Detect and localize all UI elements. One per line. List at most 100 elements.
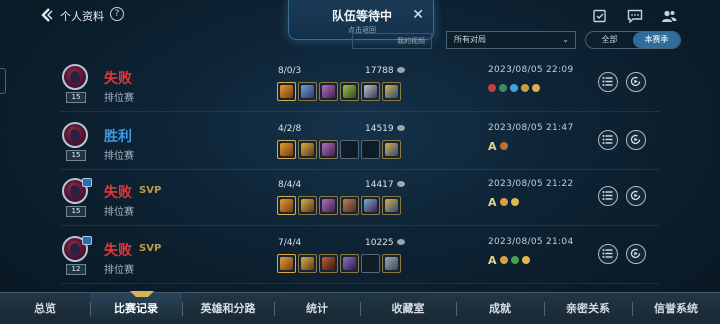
details-list-button[interactable] (598, 186, 618, 206)
segment-all[interactable]: 全部 (586, 32, 633, 48)
medal-row: A (488, 139, 508, 153)
item-icon (301, 199, 314, 212)
friends-icon[interactable] (661, 8, 677, 22)
item-icon (385, 257, 398, 270)
back-icon[interactable] (38, 6, 56, 24)
item-slot[interactable] (298, 196, 317, 215)
chat-icon[interactable] (627, 8, 643, 24)
gold-value: 10225 (365, 238, 394, 248)
item-slots (277, 254, 401, 273)
item-slot[interactable] (319, 196, 338, 215)
coin-icon (396, 181, 405, 187)
nav-match-history[interactable]: 比赛记录 (90, 293, 182, 324)
replay-icon (630, 190, 641, 201)
medal-icon (521, 84, 529, 92)
replay-button[interactable] (626, 130, 646, 150)
item-icon (343, 85, 356, 98)
details-list-button[interactable] (598, 244, 618, 264)
match-row[interactable]: 15 失败 SVP 排位赛 8/4/4 14417 2023/08/05 21:… (60, 176, 660, 226)
medal-icon (488, 84, 496, 92)
item-slot[interactable] (298, 254, 317, 273)
level-badge: 15 (66, 150, 86, 161)
item-icon (322, 199, 335, 212)
item-slot[interactable] (382, 140, 401, 159)
match-mode: 排位赛 (104, 207, 134, 218)
side-drawer-handle[interactable] (0, 68, 6, 94)
item-slot[interactable] (340, 196, 359, 215)
item-slot-empty[interactable] (361, 254, 380, 273)
item-slot[interactable] (277, 82, 296, 101)
item-slot[interactable] (319, 140, 338, 159)
item-slot-empty[interactable] (340, 140, 359, 159)
item-slot[interactable] (382, 82, 401, 101)
segment-this-season[interactable]: 本赛季 (633, 32, 680, 48)
medal-row (488, 82, 540, 94)
details-list-button[interactable] (598, 72, 618, 92)
kda: 8/0/3 (278, 66, 302, 76)
item-slot[interactable] (340, 254, 359, 273)
item-slot[interactable] (382, 254, 401, 273)
nav-overview[interactable]: 总览 (0, 293, 90, 324)
item-slot[interactable] (361, 196, 380, 215)
list-icon (602, 249, 613, 258)
level-badge: 12 (66, 264, 86, 275)
calendar-check-icon[interactable] (592, 8, 608, 23)
list-icon (602, 135, 613, 144)
item-icon (385, 85, 398, 98)
item-icon (322, 257, 335, 270)
rating-a-icon: A (488, 139, 497, 153)
page-title: 个人资料 (60, 10, 104, 23)
match-datetime: 2023/08/05 21:47 (488, 123, 574, 133)
svp-tag: SVP (139, 185, 162, 196)
bottom-nav: 总览 比赛记录 英雄和分路 统计 收藏室 成就 亲密关系 信誉系统 (0, 292, 720, 324)
item-slot[interactable] (298, 140, 317, 159)
medal-icon (499, 198, 508, 206)
replay-button[interactable] (626, 186, 646, 206)
match-datetime: 2023/08/05 22:09 (488, 65, 574, 75)
match-row[interactable]: 15 胜利 排位赛 4/2/8 14519 2023/08/05 21:47 A (60, 120, 660, 170)
medal-row: A (488, 196, 519, 209)
gold-total: 10225 (365, 238, 405, 248)
medal-icon (499, 142, 508, 150)
match-mode: 排位赛 (104, 93, 134, 104)
item-icon (280, 257, 293, 270)
item-slot[interactable] (277, 254, 296, 273)
item-slot[interactable] (277, 140, 296, 159)
item-slots (277, 82, 401, 101)
gold-total: 14519 (365, 124, 405, 134)
match-row[interactable]: 12 失败 SVP 排位赛 7/4/4 10225 2023/08/05 21:… (60, 234, 660, 284)
item-slot[interactable] (361, 82, 380, 101)
replay-button[interactable] (626, 244, 646, 264)
match-row[interactable]: 15 失败 排位赛 8/0/3 17788 2023/08/05 22:09 (60, 62, 660, 112)
avatar (62, 64, 88, 90)
nav-credit-system[interactable]: 信誉系统 (632, 293, 720, 324)
item-slot-empty[interactable] (361, 140, 380, 159)
item-slot[interactable] (319, 254, 338, 273)
item-slot[interactable] (319, 82, 338, 101)
help-icon[interactable]: ? (110, 7, 124, 21)
details-list-button[interactable] (598, 130, 618, 150)
coin-icon (396, 125, 405, 131)
nav-achievements[interactable]: 成就 (456, 293, 544, 324)
item-icon (322, 85, 335, 98)
match-type-select[interactable]: 所有对局 ⌄ (446, 31, 576, 49)
item-slot[interactable] (277, 196, 296, 215)
coin-icon (396, 239, 405, 245)
replay-button[interactable] (626, 72, 646, 92)
nav-heroes-lanes[interactable]: 英雄和分路 (182, 293, 274, 324)
level-badge: 15 (66, 92, 86, 103)
nav-stats[interactable]: 统计 (274, 293, 360, 324)
season-segmented-control[interactable]: 全部 本赛季 (585, 31, 681, 49)
item-slots (277, 140, 401, 159)
item-icon (301, 257, 314, 270)
close-icon[interactable]: ✕ (412, 8, 424, 22)
item-slot[interactable] (382, 196, 401, 215)
item-slot[interactable] (298, 82, 317, 101)
item-icon (343, 257, 356, 270)
my-video-tab[interactable]: 我的视频 (352, 33, 432, 49)
item-icon (385, 143, 398, 156)
medal-icon (521, 256, 530, 264)
item-slot[interactable] (340, 82, 359, 101)
nav-relationships[interactable]: 亲密关系 (544, 293, 632, 324)
nav-collection[interactable]: 收藏室 (360, 293, 456, 324)
